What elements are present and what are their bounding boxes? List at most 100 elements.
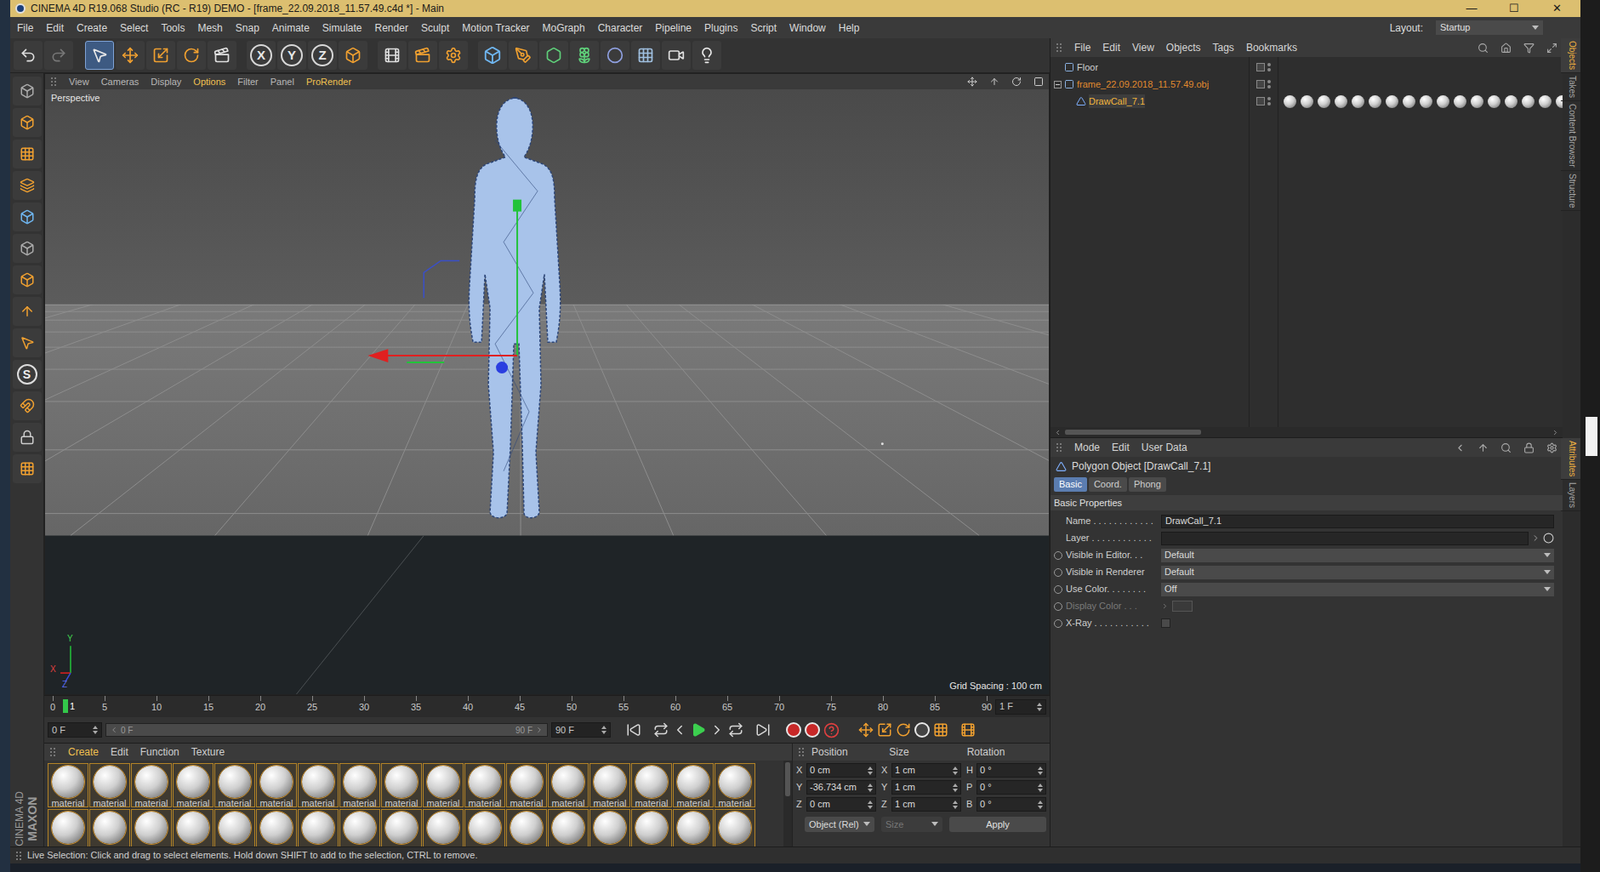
attribute-tab[interactable]: Coord.	[1088, 477, 1128, 492]
coordinate-field[interactable]: 1 cm	[891, 797, 962, 812]
menu-item[interactable]: Tools	[160, 20, 185, 36]
attribute-dropdown[interactable]: Default	[1161, 565, 1555, 580]
playhead[interactable]: 1	[62, 697, 75, 715]
spline-pen-button[interactable]	[508, 40, 538, 70]
material-swatch[interactable]: material	[256, 762, 297, 808]
lock-icon[interactable]	[1523, 442, 1535, 454]
object-menu-item[interactable]: Objects	[1166, 39, 1202, 56]
spinner-icon[interactable]	[1037, 783, 1043, 792]
window-control[interactable]: —	[1452, 0, 1491, 18]
material-swatch[interactable]	[339, 808, 381, 847]
material-swatch[interactable]: material	[297, 762, 339, 808]
spinner-icon[interactable]	[952, 783, 958, 792]
object-menu-item[interactable]: Tags	[1212, 39, 1235, 56]
menu-item[interactable]: Create	[76, 20, 108, 36]
material-swatch[interactable]: material	[464, 762, 506, 808]
material-swatch[interactable]: material	[172, 762, 214, 808]
coordinate-system-button[interactable]	[338, 40, 368, 70]
material-swatch[interactable]	[506, 808, 547, 847]
make-editable-button[interactable]	[12, 76, 42, 106]
key-scale-icon[interactable]	[876, 722, 893, 738]
maximize-view-icon[interactable]	[1033, 76, 1044, 87]
material-tag[interactable]	[1351, 95, 1365, 109]
move-button[interactable]	[115, 40, 145, 70]
cloner-button[interactable]	[569, 40, 599, 70]
material-swatch[interactable]	[297, 808, 339, 847]
object-row[interactable]: Floor	[1050, 58, 1249, 76]
key-pla-icon[interactable]	[933, 722, 949, 738]
material-tag[interactable]	[1419, 95, 1433, 109]
name-input[interactable]: DrawCall_7.1	[1161, 514, 1555, 529]
light-button[interactable]	[692, 40, 722, 70]
spinner-icon[interactable]	[1037, 766, 1043, 775]
viewport-menu-item[interactable]: Panel	[270, 74, 295, 90]
coordinate-field[interactable]: -36.734 cm	[806, 780, 877, 795]
material-tag[interactable]	[1283, 95, 1297, 109]
coordinate-field[interactable]: 1 cm	[891, 780, 962, 795]
go-end-icon[interactable]	[755, 722, 771, 738]
material-tag[interactable]	[1521, 95, 1535, 109]
prev-frame-icon[interactable]	[671, 722, 688, 738]
spinner-icon[interactable]	[1037, 800, 1043, 809]
up-icon[interactable]	[1477, 442, 1489, 454]
viewport-menu-item[interactable]: Options	[193, 74, 226, 90]
link-arrow-icon[interactable]	[1531, 533, 1541, 543]
material-tag[interactable]	[1504, 95, 1518, 109]
menu-item[interactable]: Plugins	[704, 20, 738, 36]
menu-item[interactable]: Render	[375, 20, 409, 36]
viewport-menu-item[interactable]: Display	[150, 74, 182, 90]
material-swatch[interactable]	[381, 808, 422, 847]
material-menu-item[interactable]: Edit	[110, 744, 129, 760]
material-swatch[interactable]: material	[214, 762, 256, 808]
live-selection-button[interactable]	[85, 40, 114, 70]
viewport-menu-item[interactable]: Cameras	[101, 74, 140, 90]
object-menu-item[interactable]: View	[1132, 39, 1155, 56]
keyframe-selection-icon[interactable]	[823, 722, 840, 739]
redo-button[interactable]	[44, 40, 74, 70]
play-icon[interactable]	[690, 722, 707, 738]
cube-button[interactable]	[478, 40, 507, 70]
material-tag[interactable]	[1470, 95, 1484, 109]
end-frame-field[interactable]: 90 F	[551, 722, 611, 738]
object-row[interactable]: DrawCall_7.1	[1050, 92, 1249, 110]
material-swatch[interactable]: material	[714, 762, 756, 808]
attribute-tab[interactable]: Basic	[1053, 477, 1088, 492]
material-swatch[interactable]: material	[381, 762, 422, 808]
timeline-ruler[interactable]: 05101520253035404550556065707580859011 F	[44, 694, 1050, 718]
auto-key-icon[interactable]	[804, 722, 820, 738]
tweak-mode-button[interactable]	[12, 328, 42, 358]
menu-item[interactable]: File	[17, 20, 34, 36]
spinner-icon[interactable]	[952, 800, 958, 809]
undo-button[interactable]	[13, 40, 43, 70]
material-swatch[interactable]	[672, 808, 714, 847]
search-icon[interactable]	[1500, 442, 1512, 454]
panel-grip-icon[interactable]	[50, 76, 57, 87]
snap-button[interactable]: S	[12, 359, 42, 389]
spinner-icon[interactable]	[867, 800, 873, 809]
material-scrollbar[interactable]	[783, 760, 792, 847]
home-icon[interactable]	[1500, 42, 1512, 54]
spinner-icon[interactable]	[867, 766, 873, 775]
material-tag[interactable]	[1334, 95, 1348, 109]
pan-view-icon[interactable]	[967, 76, 978, 87]
material-menu-item[interactable]: Texture	[191, 744, 225, 760]
material-tag[interactable]	[1453, 95, 1467, 109]
spinner-icon[interactable]	[1036, 702, 1042, 712]
attribute-menu-item[interactable]: Mode	[1074, 439, 1100, 456]
record-icon[interactable]	[785, 722, 802, 738]
collapse-icon[interactable]	[1053, 80, 1062, 89]
material-tag[interactable]	[1436, 95, 1450, 109]
window-control[interactable]: ☐	[1495, 0, 1533, 18]
attribute-menu-item[interactable]: User Data	[1141, 439, 1188, 456]
attribute-dropdown[interactable]: Default	[1161, 548, 1555, 563]
points-mode-button[interactable]	[12, 202, 42, 232]
viewport-canvas[interactable]: PerspectiveGrid Spacing : 100 cmYXZ	[45, 89, 1049, 695]
model-mode-button[interactable]	[12, 108, 42, 137]
coordinate-field[interactable]: 0 °	[976, 797, 1047, 812]
material-swatch[interactable]: material	[89, 762, 131, 808]
material-swatch[interactable]: material	[130, 762, 172, 808]
subdivision-button[interactable]	[539, 40, 569, 70]
prev-key-icon[interactable]	[653, 722, 669, 738]
spinner-icon[interactable]	[92, 725, 98, 735]
rotate-view-icon[interactable]	[1011, 76, 1022, 87]
